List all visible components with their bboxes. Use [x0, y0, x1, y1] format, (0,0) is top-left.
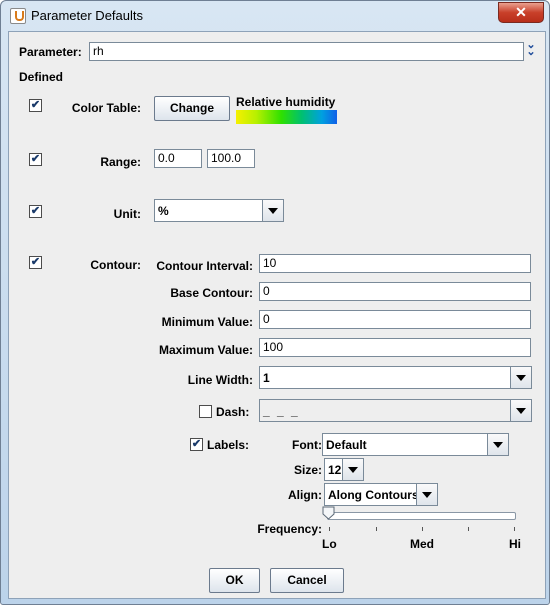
parameter-field[interactable]: rh — [89, 42, 524, 61]
close-button[interactable]: ✕ — [498, 2, 544, 23]
color-table-checkbox[interactable]: ✔ — [29, 99, 42, 112]
defined-label: Defined — [19, 70, 64, 84]
frequency-slider-track[interactable] — [327, 512, 516, 520]
base-contour-field[interactable]: 0 — [259, 282, 531, 301]
chevron-down-icon[interactable] — [262, 200, 283, 221]
unit-value: % — [158, 204, 169, 218]
maximum-value-label: Maximum Value: — [158, 343, 253, 357]
ok-button[interactable]: OK — [209, 568, 260, 593]
color-table-name: Relative humidity — [236, 95, 336, 109]
line-width-label: Line Width: — [187, 373, 253, 387]
range-checkbox[interactable]: ✔ — [29, 153, 42, 166]
chevron-down-icon[interactable] — [342, 459, 363, 480]
java-app-icon — [10, 8, 26, 24]
unit-combo[interactable]: % — [154, 199, 284, 222]
frequency-tick — [514, 527, 515, 531]
font-combo[interactable]: Default — [322, 433, 509, 456]
align-combo[interactable]: Along Contours — [324, 483, 438, 506]
align-label: Align: — [288, 488, 322, 502]
color-table-swatch — [236, 110, 337, 124]
labels-label: Labels: — [207, 438, 250, 452]
dash-value: _ _ _ — [263, 404, 300, 418]
frequency-slider-thumb[interactable] — [322, 506, 335, 520]
size-label: Size: — [293, 463, 322, 477]
frequency-lo-label: Lo — [322, 537, 337, 551]
change-color-table-button[interactable]: Change — [154, 96, 230, 121]
size-combo[interactable]: 12 — [324, 458, 364, 481]
font-value: Default — [326, 438, 367, 452]
contour-label: Contour: — [90, 258, 141, 272]
minimum-value-label: Minimum Value: — [161, 315, 253, 329]
range-max-field[interactable]: 100.0 — [207, 149, 255, 168]
maximum-value-field[interactable]: 100 — [259, 338, 531, 357]
window-title: Parameter Defaults — [31, 8, 143, 23]
dash-checkbox[interactable] — [199, 405, 212, 418]
color-table-label: Color Table: — [71, 101, 141, 115]
dash-label: Dash: — [216, 405, 250, 419]
range-label: Range: — [100, 155, 141, 169]
base-contour-label: Base Contour: — [170, 286, 253, 300]
contour-interval-field[interactable]: 10 — [259, 254, 531, 273]
minimum-value-field[interactable]: 0 — [259, 310, 531, 329]
cancel-button[interactable]: Cancel — [270, 568, 344, 593]
chevron-down-icon[interactable] — [416, 484, 437, 505]
frequency-tick — [468, 527, 469, 531]
size-value: 12 — [328, 463, 342, 477]
dash-combo[interactable]: _ _ _ — [259, 399, 532, 422]
range-min-field[interactable]: 0.0 — [154, 149, 202, 168]
parameter-defaults-window: Parameter Defaults ✕ Parameter: rh ⌄ ⌄ De… — [0, 0, 550, 605]
chevron-down-icon[interactable] — [510, 367, 531, 388]
chevron-down-icon[interactable] — [487, 434, 508, 455]
frequency-tick — [422, 527, 423, 531]
line-width-value: 1 — [263, 371, 270, 385]
chevron-down-icon[interactable] — [510, 400, 531, 421]
frequency-tick — [329, 527, 330, 531]
labels-checkbox[interactable]: ✔ — [190, 438, 203, 451]
dialog-content: Parameter: rh ⌄ ⌄ Defined ✔ Color Table: … — [8, 31, 546, 599]
parameter-label: Parameter: — [19, 45, 82, 59]
line-width-combo[interactable]: 1 — [259, 366, 532, 389]
align-value: Along Contours — [328, 488, 419, 502]
frequency-label: Frequency: — [257, 522, 322, 536]
slider-thumb-icon — [322, 506, 335, 520]
frequency-tick — [376, 527, 377, 531]
expand-chevron-icon[interactable]: ⌄ ⌄ — [525, 40, 537, 58]
frequency-hi-label: Hi — [509, 537, 521, 551]
font-label: Font: — [292, 438, 322, 452]
contour-checkbox[interactable]: ✔ — [29, 256, 42, 269]
contour-interval-label: Contour Interval: — [156, 259, 253, 273]
title-bar[interactable]: Parameter Defaults ✕ — [1, 1, 549, 31]
unit-label: Unit: — [113, 207, 141, 221]
frequency-med-label: Med — [410, 537, 434, 551]
unit-checkbox[interactable]: ✔ — [29, 205, 42, 218]
